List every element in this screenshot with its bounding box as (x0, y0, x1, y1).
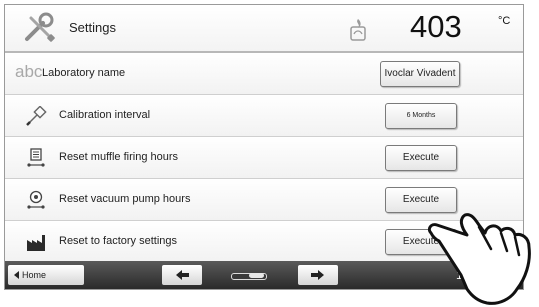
page-slider[interactable] (231, 273, 267, 280)
temperature-value: 403 (410, 9, 462, 44)
laboratory-name-button[interactable]: Ivoclar Vivadent (380, 61, 460, 87)
flame-icon (350, 19, 366, 41)
abc-text-icon: abc (15, 62, 43, 81)
arrow-left-icon (176, 270, 189, 280)
temperature-unit: °C (498, 15, 511, 27)
settings-tools-icon (25, 12, 55, 42)
pointing-hand-icon (427, 213, 531, 305)
setting-row-reset-muffle: Reset muffle firing hours Execute (5, 137, 523, 179)
factory-icon (27, 235, 45, 251)
setting-label: Laboratory name (42, 67, 126, 79)
next-button[interactable] (298, 265, 338, 285)
vacuum-pump-reset-icon (27, 190, 45, 209)
arrow-right-icon (311, 270, 324, 280)
reset-muffle-execute-button[interactable]: Execute (385, 145, 457, 171)
setting-row-calibration-interval: Calibration interval 6 Months (5, 95, 523, 137)
muffle-reset-icon (27, 148, 45, 167)
setting-label: Calibration interval (59, 109, 151, 121)
setting-label: Reset to factory settings (59, 235, 177, 247)
previous-button[interactable] (162, 265, 202, 285)
home-label: Home (22, 270, 47, 280)
header-bar: Settings 403 °C (5, 5, 523, 53)
setting-label: Reset muffle firing hours (59, 151, 179, 163)
home-button[interactable]: Home (8, 265, 84, 285)
slider-knob[interactable] (249, 273, 264, 278)
setting-label: Reset vacuum pump hours (59, 193, 191, 205)
home-arrow-icon (14, 271, 19, 279)
setting-row-laboratory-name: abc Laboratory name Ivoclar Vivadent (5, 53, 523, 95)
calibration-probe-icon (26, 106, 47, 126)
calibration-interval-button[interactable]: 6 Months (385, 103, 457, 129)
page-title: Settings (69, 20, 116, 35)
